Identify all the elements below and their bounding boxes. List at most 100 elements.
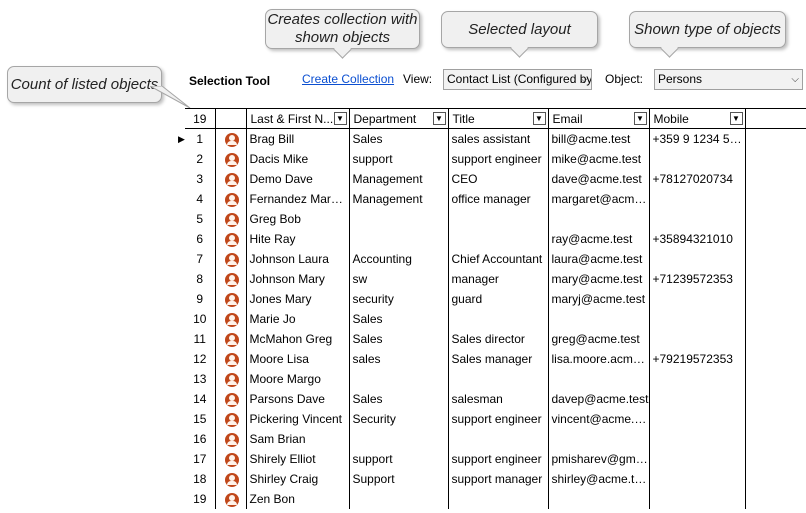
table-row[interactable]: 14 Parsons Dave Sales salesman davep@acme.te… <box>185 388 806 409</box>
cell-email[interactable]: lisa.moore.acme... <box>547 348 649 369</box>
cell-mobile[interactable]: +79219572353 <box>648 348 745 369</box>
cell-mobile[interactable]: +35894321010 <box>648 228 745 249</box>
table-row[interactable]: 8 Johnson Mary sw manager mary@acme.test +712… <box>185 268 806 289</box>
cell-dept[interactable]: Sales <box>348 328 448 349</box>
cell-dept[interactable]: support <box>348 448 448 469</box>
column-header-name[interactable]: Last & First N... ▼ <box>245 108 349 129</box>
create-collection-link[interactable]: Create Collection <box>302 72 394 86</box>
cell-dept[interactable]: sw <box>348 268 448 289</box>
cell-name[interactable]: Moore Margo <box>245 368 349 389</box>
cell-title[interactable]: CEO <box>447 168 548 189</box>
cell-email[interactable]: shirley@acme.test <box>547 468 649 489</box>
cell-email[interactable]: vincent@acme.test <box>547 408 649 429</box>
cell-name[interactable]: Marie Jo <box>245 308 349 329</box>
cell-email[interactable]: greg@acme.test <box>547 328 649 349</box>
cell-title[interactable]: support manager <box>447 468 548 489</box>
cell-email[interactable]: davep@acme.test <box>547 388 649 409</box>
cell-title[interactable]: support engineer <box>447 148 548 169</box>
cell-email[interactable]: mike@acme.test <box>547 148 649 169</box>
cell-title[interactable]: salesman <box>447 388 548 409</box>
cell-title[interactable]: Chief Accountant <box>447 248 548 269</box>
cell-mobile[interactable] <box>648 308 745 329</box>
cell-mobile[interactable] <box>648 328 745 349</box>
cell-title[interactable]: Sales manager <box>447 348 548 369</box>
cell-email[interactable]: bill@acme.test <box>547 128 649 149</box>
cell-dept[interactable]: Support <box>348 468 448 489</box>
table-row[interactable]: 16 Sam Brian <box>185 428 806 449</box>
cell-title[interactable]: support engineer <box>447 408 548 429</box>
cell-name[interactable]: Johnson Laura <box>245 248 349 269</box>
cell-mobile[interactable] <box>648 248 745 269</box>
filter-dropdown-icon[interactable]: ▼ <box>333 112 347 125</box>
cell-email[interactable]: maryj@acme.test <box>547 288 649 309</box>
cell-dept[interactable]: Accounting <box>348 248 448 269</box>
cell-title[interactable] <box>447 308 548 329</box>
cell-mobile[interactable] <box>648 408 745 429</box>
cell-mobile[interactable] <box>648 468 745 489</box>
object-select[interactable]: Persons ⌵ <box>654 69 803 90</box>
column-header-title[interactable]: Title ▼ <box>447 108 548 129</box>
table-row[interactable]: 7 Johnson Laura Accounting Chief Accountant… <box>185 248 806 269</box>
cell-dept[interactable] <box>348 488 448 509</box>
cell-dept[interactable]: sales <box>348 348 448 369</box>
cell-name[interactable]: Parsons Dave <box>245 388 349 409</box>
cell-mobile[interactable] <box>648 428 745 449</box>
cell-name[interactable]: Jones Mary <box>245 288 349 309</box>
cell-name[interactable]: Shirley Craig <box>245 468 349 489</box>
cell-name[interactable]: Moore Lisa <box>245 348 349 369</box>
cell-email[interactable]: dave@acme.test <box>547 168 649 189</box>
cell-name[interactable]: Demo Dave <box>245 168 349 189</box>
table-row[interactable]: 12 Moore Lisa sales Sales manager lisa.moore… <box>185 348 806 369</box>
cell-name[interactable]: Hite Ray <box>245 228 349 249</box>
cell-email[interactable] <box>547 428 649 449</box>
cell-name[interactable]: Brag Bill <box>245 128 349 149</box>
cell-mobile[interactable]: +78127020734 <box>648 168 745 189</box>
cell-email[interactable] <box>547 308 649 329</box>
cell-dept[interactable]: Sales <box>348 308 448 329</box>
cell-name[interactable]: Johnson Mary <box>245 268 349 289</box>
column-header-department[interactable]: Department ▼ <box>348 108 448 129</box>
cell-email[interactable]: margaret@acme.... <box>547 188 649 209</box>
cell-email[interactable] <box>547 488 649 509</box>
filter-dropdown-icon[interactable]: ▼ <box>432 112 446 125</box>
cell-name[interactable]: Dacis Mike <box>245 148 349 169</box>
cell-name[interactable]: McMahon Greg <box>245 328 349 349</box>
table-row[interactable]: 3 Demo Dave Management CEO dave@acme.test +78… <box>185 168 806 189</box>
cell-dept[interactable]: Sales <box>348 388 448 409</box>
column-header-mobile[interactable]: Mobile ▼ <box>648 108 745 129</box>
cell-name[interactable]: Zen Bon <box>245 488 349 509</box>
cell-mobile[interactable] <box>648 448 745 469</box>
table-row[interactable]: 19 Zen Bon <box>185 488 806 509</box>
cell-name[interactable]: Greg Bob <box>245 208 349 229</box>
filter-dropdown-icon[interactable]: ▼ <box>633 112 647 125</box>
cell-email[interactable] <box>547 208 649 229</box>
cell-mobile[interactable] <box>648 208 745 229</box>
cell-title[interactable] <box>447 428 548 449</box>
cell-email[interactable]: mary@acme.test <box>547 268 649 289</box>
cell-title[interactable]: Sales director <box>447 328 548 349</box>
cell-dept[interactable] <box>348 228 448 249</box>
table-row[interactable]: 6 Hite Ray ray@acme.test +35894321010 <box>185 228 806 249</box>
table-row[interactable]: 17 Shirely Elliot support support engineer p… <box>185 448 806 469</box>
cell-dept[interactable]: Sales <box>348 128 448 149</box>
cell-mobile[interactable]: +359 9 1234 5678 <box>648 128 745 149</box>
cell-dept[interactable] <box>348 208 448 229</box>
table-row[interactable]: 18 Shirley Craig Support support manager shi… <box>185 468 806 489</box>
cell-name[interactable]: Sam Brian <box>245 428 349 449</box>
cell-dept[interactable]: Management <box>348 188 448 209</box>
cell-mobile[interactable] <box>648 188 745 209</box>
view-select[interactable]: Contact List (Configured by ⌵ <box>443 69 592 90</box>
cell-name[interactable]: Fernandez Margaret <box>245 188 349 209</box>
column-header-email[interactable]: Email ▼ <box>547 108 649 129</box>
table-row[interactable]: 10 Marie Jo Sales <box>185 308 806 329</box>
table-row[interactable]: 4 Fernandez Margaret Management office mana… <box>185 188 806 209</box>
cell-mobile[interactable] <box>648 148 745 169</box>
table-row[interactable]: 1 Brag Bill Sales sales assistant bill@acme.… <box>185 128 806 149</box>
cell-dept[interactable]: security <box>348 288 448 309</box>
cell-name[interactable]: Shirely Elliot <box>245 448 349 469</box>
table-row[interactable]: 5 Greg Bob <box>185 208 806 229</box>
cell-name[interactable]: Pickering Vincent <box>245 408 349 429</box>
cell-email[interactable]: ray@acme.test <box>547 228 649 249</box>
cell-title[interactable] <box>447 228 548 249</box>
filter-dropdown-icon[interactable]: ▼ <box>532 112 546 125</box>
